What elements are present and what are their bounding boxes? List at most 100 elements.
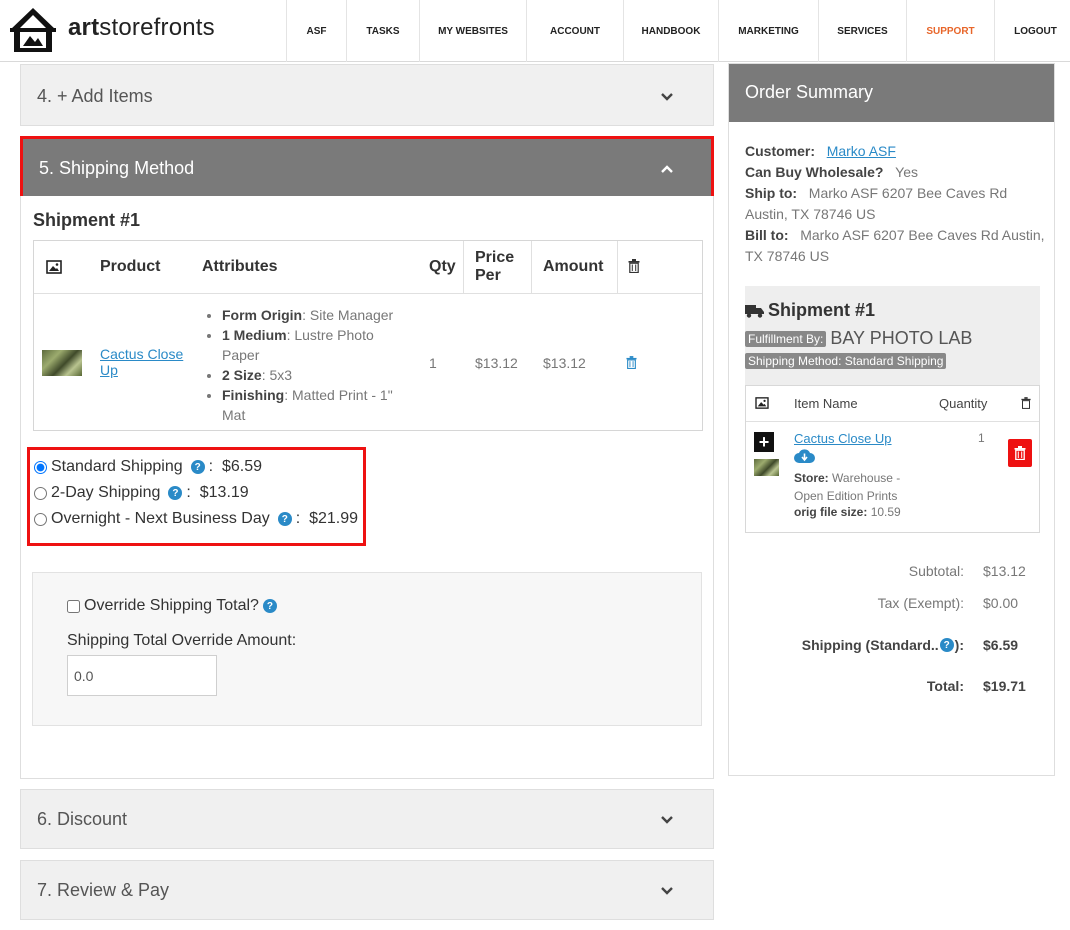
attr-key: Form Origin bbox=[222, 307, 303, 323]
radio-2day[interactable] bbox=[34, 486, 47, 500]
ship-to-line: Ship to: Marko ASF 6207 Bee Caves Rd Aus… bbox=[745, 183, 1045, 225]
product-link[interactable]: Cactus Close Up bbox=[100, 346, 190, 378]
trash-icon bbox=[1021, 397, 1031, 409]
help-icon[interactable]: ? bbox=[190, 460, 205, 474]
help-icon[interactable]: ? bbox=[939, 638, 954, 652]
step-shipping-method-title: 5. Shipping Method bbox=[39, 158, 195, 178]
help-icon[interactable]: ? bbox=[277, 512, 292, 526]
list-item: Form Origin: Site Manager bbox=[222, 305, 402, 325]
chevron-down-icon[interactable] bbox=[661, 814, 673, 826]
list-item: 1 Medium: Lustre Photo Paper bbox=[222, 325, 402, 365]
orig-value: 10.59 bbox=[870, 505, 901, 519]
item-orig-size: orig file size: 10.59 bbox=[794, 505, 901, 519]
shipping-total-line: Shipping (Standard..?): bbox=[802, 637, 964, 653]
table-row: Cactus Close Up Form Origin: Site Manage… bbox=[34, 295, 702, 430]
summary-shipment-header: Shipment #1 Fulfillment By: BAY PHOTO LA… bbox=[745, 286, 1040, 385]
wholesale-line: Can Buy Wholesale? Yes bbox=[745, 162, 1045, 183]
step-shipping-method[interactable]: 5. Shipping Method bbox=[20, 136, 714, 199]
customer-line: Customer: Marko ASF bbox=[745, 141, 1045, 162]
shipping-method-line: Shipping Method: Standard Shipping bbox=[745, 352, 947, 369]
option-label: Standard Shipping bbox=[51, 458, 183, 475]
shipping-option-2day[interactable]: 2-Day Shipping ? : $13.19 bbox=[34, 482, 249, 504]
chevron-down-icon[interactable] bbox=[661, 885, 673, 897]
step-discount[interactable]: 6. Discount bbox=[20, 789, 714, 849]
option-price: $13.19 bbox=[199, 484, 249, 501]
customer-label: Customer: bbox=[745, 143, 816, 159]
chevron-up-icon[interactable] bbox=[661, 163, 673, 175]
nav-support[interactable]: SUPPORT bbox=[906, 0, 994, 62]
step-review-pay-title: 7. Review & Pay bbox=[37, 880, 170, 900]
col-amount: Amount bbox=[543, 258, 604, 275]
list-item: 2 Size: 5x3 bbox=[222, 365, 402, 385]
divider bbox=[617, 241, 618, 294]
shipping-total-label: Shipping (Standard.. bbox=[801, 637, 939, 653]
order-summary-title: Order Summary bbox=[745, 82, 874, 102]
option-colon: : bbox=[295, 510, 310, 527]
summary-shipment-box: Shipment #1 Fulfillment By: BAY PHOTO LA… bbox=[745, 286, 1040, 533]
nav-my-websites[interactable]: MY WEBSITES bbox=[419, 0, 526, 62]
col-qty: Qty bbox=[429, 258, 456, 275]
bill-to-label: Bill to: bbox=[745, 227, 789, 243]
delete-item-icon[interactable] bbox=[626, 356, 637, 369]
add-icon[interactable]: + bbox=[754, 432, 774, 452]
order-summary: Order Summary Customer: Marko ASF Can Bu… bbox=[728, 63, 1055, 776]
step-review-pay[interactable]: 7. Review & Pay bbox=[20, 860, 714, 920]
chevron-down-icon[interactable] bbox=[661, 91, 673, 103]
brand-name-rest: storefronts bbox=[99, 14, 215, 41]
override-checkbox[interactable] bbox=[67, 599, 80, 613]
bill-to-line: Bill to: Marko ASF 6207 Bee Caves Rd Aus… bbox=[745, 225, 1045, 267]
tax-value: $0.00 bbox=[983, 595, 1019, 611]
shipping-option-standard[interactable]: Standard Shipping ? : $6.59 bbox=[34, 456, 262, 478]
help-icon[interactable]: ? bbox=[262, 599, 277, 613]
nav-account[interactable]: ACCOUNT bbox=[526, 0, 623, 62]
col-attributes: Attributes bbox=[202, 258, 278, 275]
brand-name[interactable]: artstorefronts bbox=[68, 14, 215, 42]
nav-logout[interactable]: LOGOUT bbox=[994, 0, 1070, 62]
item-qty: 1 bbox=[978, 431, 985, 445]
wholesale-label: Can Buy Wholesale? bbox=[745, 164, 884, 180]
artstorefronts-logo-icon[interactable] bbox=[8, 6, 58, 54]
brand-name-bold: art bbox=[68, 14, 100, 41]
nav-tasks[interactable]: TASKS bbox=[346, 0, 419, 62]
nav-asf[interactable]: ASF bbox=[286, 0, 346, 62]
row-amount: $13.12 bbox=[543, 355, 586, 371]
divider bbox=[463, 241, 464, 294]
customer-link[interactable]: Marko ASF bbox=[827, 143, 896, 159]
truck-icon bbox=[745, 304, 764, 318]
attr-value: : 5x3 bbox=[261, 367, 293, 383]
image-icon bbox=[46, 260, 62, 274]
step-discount-title: 6. Discount bbox=[37, 809, 128, 829]
attr-key: 1 Medium bbox=[222, 327, 287, 343]
attr-key: 2 Size bbox=[222, 367, 262, 383]
delete-item-button[interactable] bbox=[1008, 439, 1032, 467]
radio-standard[interactable] bbox=[34, 460, 47, 474]
image-icon bbox=[755, 397, 769, 409]
help-icon[interactable]: ? bbox=[168, 486, 183, 500]
attr-value: : Site Manager bbox=[302, 307, 394, 323]
row-price-per: $13.12 bbox=[475, 355, 518, 371]
trash-icon bbox=[628, 259, 640, 273]
shipping-options: Standard Shipping ? : $6.59 2-Day Shippi… bbox=[27, 447, 366, 546]
radio-overnight[interactable] bbox=[34, 512, 47, 526]
shipping-option-overnight[interactable]: Overnight - Next Business Day ? : $21.99 bbox=[34, 508, 358, 530]
option-colon: : bbox=[208, 458, 222, 475]
step-add-items[interactable]: 4. + Add Items bbox=[20, 64, 714, 126]
total-label: Total: bbox=[926, 678, 964, 694]
cloud-download-icon[interactable] bbox=[794, 449, 815, 464]
total-value: $19.71 bbox=[983, 678, 1026, 694]
nav-marketing[interactable]: MARKETING bbox=[718, 0, 818, 62]
nav-handbook[interactable]: HANDBOOK bbox=[623, 0, 718, 62]
option-label: Overnight - Next Business Day bbox=[51, 510, 270, 527]
item-link[interactable]: Cactus Close Up bbox=[794, 431, 892, 446]
top-navbar: artstorefronts ASF TASKS MY WEBSITES ACC… bbox=[0, 0, 1070, 62]
item-thumbnail[interactable] bbox=[754, 459, 779, 476]
divider bbox=[531, 241, 532, 294]
trash-icon bbox=[1014, 446, 1026, 460]
step-add-items-title: 4. + Add Items bbox=[37, 86, 153, 106]
nav-services[interactable]: SERVICES bbox=[818, 0, 906, 62]
fulfillment-tag: Fulfillment By: bbox=[745, 330, 827, 347]
override-amount-input[interactable] bbox=[67, 655, 217, 696]
subtotal-value: $13.12 bbox=[983, 563, 1026, 579]
product-thumbnail[interactable] bbox=[42, 350, 82, 376]
override-shipping-checkbox[interactable]: Override Shipping Total? ? bbox=[67, 597, 281, 615]
